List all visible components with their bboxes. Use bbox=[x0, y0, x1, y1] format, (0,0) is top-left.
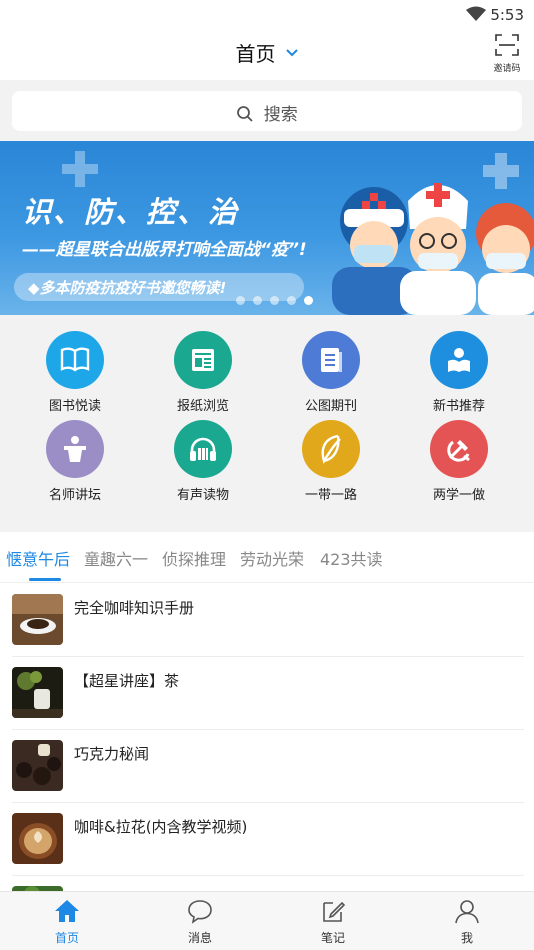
page-title-switcher[interactable]: 首页 bbox=[0, 38, 534, 67]
feature-label: 一带一路 bbox=[304, 488, 357, 503]
search-placeholder: 搜索 bbox=[263, 105, 298, 125]
header: 首页 邀请码 bbox=[0, 30, 534, 80]
status-bar: 5:53 bbox=[0, 0, 534, 30]
tabbar-me-label: 我 bbox=[460, 931, 473, 945]
feature-label: 报纸浏览 bbox=[176, 399, 229, 414]
feature-label: 有声读物 bbox=[176, 488, 229, 503]
chevron-down-icon bbox=[285, 43, 299, 62]
tabbar-notes-label: 笔记 bbox=[320, 931, 345, 945]
newspaper-icon bbox=[174, 331, 232, 389]
book-title: 咖啡&拉花(内含教学视频) bbox=[74, 818, 248, 836]
list-item[interactable]: 巧克力秘闻 bbox=[12, 729, 524, 803]
tabbar-messages[interactable]: 消息 bbox=[160, 898, 240, 946]
tab-labor[interactable]: 劳动光荣 bbox=[240, 546, 304, 570]
feature-item[interactable]: 图书悦读 bbox=[20, 331, 130, 414]
feature-item[interactable]: 一带一路 bbox=[276, 420, 386, 503]
feature-label: 名师讲坛 bbox=[48, 488, 101, 503]
book-title: 完全咖啡知识手册 bbox=[74, 599, 195, 617]
leaf-icon bbox=[302, 420, 360, 478]
book-cover bbox=[12, 813, 63, 864]
home-icon bbox=[53, 900, 81, 928]
list-item[interactable]: 完全咖啡知识手册 bbox=[12, 583, 524, 657]
banner-dot[interactable] bbox=[253, 296, 262, 305]
wifi-icon bbox=[466, 6, 486, 26]
journal-icon bbox=[302, 331, 360, 389]
feature-item[interactable]: 新书推荐 bbox=[404, 331, 514, 414]
podium-icon bbox=[46, 420, 104, 478]
party-emblem-icon bbox=[430, 420, 488, 478]
feature-label: 图书悦读 bbox=[48, 399, 101, 414]
list-item[interactable]: 【超星讲座】茶 bbox=[12, 656, 524, 730]
feature-item[interactable]: 两学一做 bbox=[404, 420, 514, 503]
banner-dot[interactable] bbox=[287, 296, 296, 305]
feature-label: 新书推荐 bbox=[432, 399, 485, 414]
feature-item[interactable]: 有声读物 bbox=[148, 420, 258, 503]
status-time: 5:53 bbox=[490, 6, 524, 24]
banner-dot[interactable] bbox=[236, 296, 245, 305]
reader-icon bbox=[430, 331, 488, 389]
feature-grid: 图书悦读 报纸浏览 公图期刊 新书推荐名师讲坛 有声读物 一带一路 两学一做 bbox=[0, 315, 534, 531]
feature-item[interactable]: 报纸浏览 bbox=[148, 331, 258, 414]
bottom-tab-bar: 首页 消息 笔记 我 bbox=[0, 891, 534, 950]
tab-childrens-day[interactable]: 童趣六一 bbox=[84, 546, 148, 570]
category-tabs: 惬意午后 童趣六一 侦探推理 劳动光荣 423共读 bbox=[0, 532, 534, 583]
book-cover bbox=[12, 740, 63, 791]
tabbar-messages-label: 消息 bbox=[187, 931, 212, 945]
feature-label: 公图期刊 bbox=[304, 399, 357, 414]
book-title: 巧克力秘闻 bbox=[74, 745, 150, 763]
tabbar-home-label: 首页 bbox=[54, 931, 79, 945]
search-input[interactable]: 搜索 bbox=[12, 91, 522, 131]
search-icon bbox=[236, 105, 263, 125]
headphones-icon bbox=[174, 420, 232, 478]
tab-423-reading[interactable]: 423共读 bbox=[320, 546, 383, 570]
banner-dot[interactable] bbox=[270, 296, 279, 305]
banner-subtitle: ——超星联合出版界打响全面战“疫”! bbox=[22, 240, 307, 260]
tab-afternoon[interactable]: 惬意午后 bbox=[6, 546, 70, 570]
book-cover bbox=[12, 594, 63, 645]
list-item[interactable] bbox=[12, 875, 524, 891]
book-cover bbox=[12, 667, 63, 718]
feature-item[interactable]: 公图期刊 bbox=[276, 331, 386, 414]
message-icon bbox=[186, 900, 214, 928]
banner-strip-text: ◆多本防疫抗疫好书邀您畅读! bbox=[28, 279, 227, 297]
tabbar-notes[interactable]: 笔记 bbox=[293, 898, 373, 946]
list-item[interactable]: 咖啡&拉花(内含教学视频) bbox=[12, 802, 524, 876]
tabbar-me[interactable]: 我 bbox=[427, 898, 507, 946]
banner-pagination[interactable] bbox=[236, 290, 321, 309]
page-title: 首页 bbox=[235, 42, 276, 66]
invite-code-label: 邀请码 bbox=[493, 64, 521, 74]
scan-icon bbox=[495, 34, 519, 60]
person-icon bbox=[453, 900, 481, 928]
promo-banner[interactable]: 识、防、控、治 ——超星联合出版界打响全面战“疫”! ◆多本防疫抗疫好书邀您畅读… bbox=[0, 141, 534, 315]
medical-staff-illustration bbox=[332, 153, 534, 315]
book-list: 完全咖啡知识手册 【超星讲座】茶 巧克力秘闻 咖啡&拉花(内含教学视频) bbox=[0, 583, 534, 891]
banner-dot[interactable] bbox=[304, 296, 313, 305]
feature-item[interactable]: 名师讲坛 bbox=[20, 420, 130, 503]
invite-code-button[interactable]: 邀请码 bbox=[492, 34, 522, 74]
note-icon bbox=[319, 901, 347, 928]
active-tab-indicator bbox=[29, 578, 61, 581]
book-title: 【超星讲座】茶 bbox=[74, 672, 180, 690]
tabbar-home[interactable]: 首页 bbox=[27, 898, 107, 946]
banner-title: 识、防、控、治 bbox=[22, 195, 240, 229]
feature-label: 两学一做 bbox=[432, 488, 485, 503]
book-icon bbox=[46, 331, 104, 389]
cross-decoration-icon bbox=[62, 151, 98, 187]
tab-detective[interactable]: 侦探推理 bbox=[162, 546, 226, 570]
